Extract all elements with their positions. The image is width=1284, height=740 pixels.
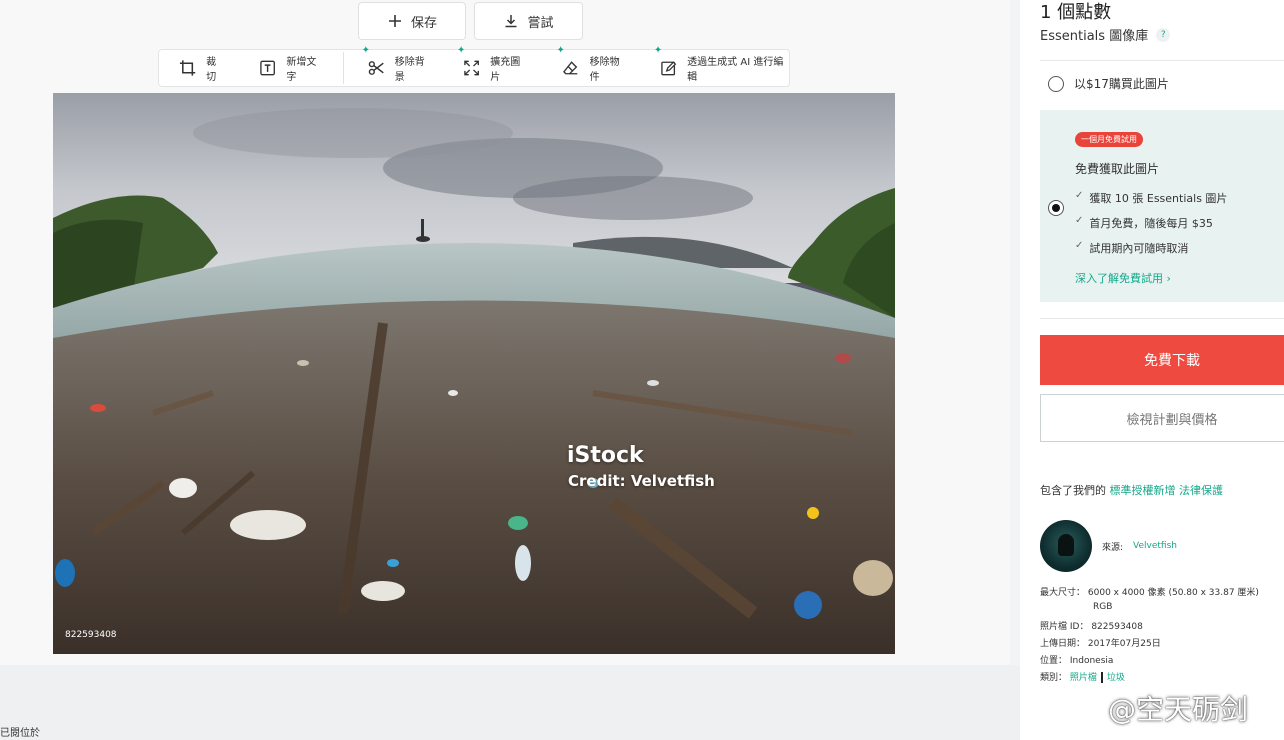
crop-icon <box>179 60 196 76</box>
save-button-label: 保存 <box>410 15 437 31</box>
view-plans-button[interactable]: 檢視計劃與價格 <box>1040 394 1284 442</box>
footer-strip <box>0 665 1020 740</box>
photo-scene <box>53 93 895 654</box>
detail-label: 最大尺寸： <box>1040 588 1086 598</box>
tool-remove-object[interactable]: ✦ 移除物件 <box>556 45 627 83</box>
photo-id-overlay: 822593408 <box>65 630 117 640</box>
trial-feature: ✓ 試用期內可隨時取消 <box>1075 240 1227 265</box>
avatar[interactable] <box>1040 520 1092 572</box>
stock-photo[interactable]: iStock Credit: Velvetfish 822593408 <box>53 93 895 654</box>
tool-generative-edit-label: 透過生成式 AI 進行編輯 <box>687 57 784 83</box>
trial-feature: ✓ 獲取 10 張 Essentials 圖片 <box>1075 190 1227 215</box>
save-button[interactable]: 保存 <box>358 2 466 40</box>
expand-icon <box>464 60 479 76</box>
generative-edit-icon <box>661 61 677 76</box>
includes-prefix: 包含了我們的 <box>1040 484 1106 497</box>
ai-sparkle-icon: ✦ <box>361 45 370 56</box>
buy-option-label: 以$17購買此圖片 <box>1074 77 1169 91</box>
category-separator <box>1100 672 1103 683</box>
category-link[interactable]: 垃圾 <box>1107 673 1125 683</box>
standard-license-link[interactable]: 標準授權新增 <box>1110 484 1176 497</box>
text-icon <box>260 60 276 76</box>
ai-sparkle-icon: ✦ <box>556 45 565 56</box>
detail-max-size: 最大尺寸： 6000 x 4000 像素 (50.80 x 33.87 厘米) <box>1040 585 1259 602</box>
detail-label: 照片檔 ID： <box>1040 622 1089 632</box>
library-name: Essentials 圖像庫 ? <box>1040 25 1171 44</box>
detail-value: 6000 x 4000 像素 (50.80 x 33.87 厘米) <box>1087 588 1259 598</box>
download-icon <box>505 15 517 28</box>
weibo-icon <box>1062 694 1098 724</box>
trial-feature-text: 首月免費，隨後每月 $35 <box>1089 217 1213 230</box>
buy-option[interactable]: 以$17購買此圖片 <box>1048 75 1169 92</box>
trial-learn-more-link[interactable]: 深入了解免費試用 › <box>1075 270 1171 286</box>
license-panel: 1 個點數 Essentials 圖像庫 ? 以$17購買此圖片 一個月免費試用… <box>1020 0 1284 740</box>
watermark-credit: Credit: Velvetfish <box>568 472 715 490</box>
legal-protection-link[interactable]: 法律保護 <box>1179 484 1223 497</box>
free-download-button[interactable]: 免費下載 <box>1040 335 1284 385</box>
license-includes: 包含了我們的 標準授權新增 法律保護 <box>1040 482 1223 498</box>
tool-expand-image-label: 擴充圖片 <box>490 57 521 83</box>
toolbar-divider <box>342 52 344 84</box>
tool-remove-background-label: 移除背景 <box>394 57 425 83</box>
image-details: 最大尺寸： 6000 x 4000 像素 (50.80 x 33.87 厘米) … <box>1040 585 1259 687</box>
check-icon: ✓ <box>1075 240 1084 251</box>
tool-crop-label: 裁切 <box>206 57 217 83</box>
detail-category: 類別： 照片檔 垃圾 <box>1040 670 1259 687</box>
detail-location: 位置： Indonesia <box>1040 653 1259 670</box>
edit-toolbar: 裁切 新增文字 ✦ 移除背景 ✦ 擴充圖片 ✦ 移除物件 ✦ 透過生成式 AI … <box>158 45 790 87</box>
detail-label: 類別： <box>1040 673 1068 683</box>
ai-sparkle-icon: ✦ <box>653 45 663 56</box>
tool-generative-edit[interactable]: ✦ 透過生成式 AI 進行編輯 <box>654 45 789 83</box>
creator-info: 來源: Velvetfish <box>1040 520 1177 572</box>
tool-remove-background[interactable]: ✦ 移除背景 <box>362 45 433 83</box>
ai-sparkle-icon: ✦ <box>457 45 466 56</box>
creator-label: 來源: <box>1102 542 1124 553</box>
help-icon[interactable]: ? <box>1156 27 1171 42</box>
tool-add-text-label: 新增文字 <box>286 57 317 83</box>
detail-label: 位置： <box>1040 656 1068 666</box>
source-watermark: @空天砺剑 <box>1060 688 1248 728</box>
trial-feature: ✓ 首月免費，隨後每月 $35 <box>1075 215 1227 240</box>
plus-icon <box>388 15 401 27</box>
footer-label: 已閱位於 <box>0 728 40 739</box>
trial-title: 免費獲取此圖片 <box>1075 162 1160 176</box>
tool-add-text[interactable]: 新增文字 <box>259 53 324 83</box>
divider <box>1040 60 1284 61</box>
credits-title: 1 個點數 <box>1040 2 1112 23</box>
library-label: Essentials 圖像庫 <box>1040 29 1149 44</box>
tool-remove-object-label: 移除物件 <box>589 57 620 83</box>
detail-color-mode: RGB <box>1093 602 1113 612</box>
eraser-icon <box>563 61 578 75</box>
buy-option-radio[interactable] <box>1048 75 1064 92</box>
detail-label: 上傳日期： <box>1040 639 1086 649</box>
check-icon: ✓ <box>1075 215 1084 226</box>
try-button[interactable]: 嘗試 <box>474 2 583 40</box>
tool-expand-image[interactable]: ✦ 擴充圖片 <box>457 45 528 83</box>
trial-option-radio[interactable] <box>1048 200 1064 216</box>
try-button-label: 嘗試 <box>527 15 554 31</box>
category-link[interactable]: 照片檔 <box>1070 673 1097 683</box>
detail-value: 822593408 <box>1091 622 1143 632</box>
trial-badge: 一個月免費試用 <box>1075 132 1143 147</box>
detail-value: Indonesia <box>1069 656 1114 666</box>
trial-features: ✓ 獲取 10 張 Essentials 圖片 ✓ 首月免費，隨後每月 $35 ✓ 試… <box>1075 190 1227 265</box>
watermark-logo: iStock <box>567 443 644 468</box>
source-watermark-text: @空天砺剑 <box>1108 693 1249 726</box>
detail-upload-date: 上傳日期： 2017年07月25日 <box>1040 636 1259 653</box>
trial-feature-text: 獲取 10 張 Essentials 圖片 <box>1089 192 1228 205</box>
detail-id: 照片檔 ID： 822593408 <box>1040 619 1259 636</box>
tool-crop[interactable]: 裁切 <box>179 53 225 83</box>
trial-option[interactable]: 一個月免費試用 免費獲取此圖片 ✓ 獲取 10 張 Essentials 圖片 ✓… <box>1040 110 1284 302</box>
detail-value: 2017年07月25日 <box>1087 639 1161 649</box>
divider <box>1040 318 1284 319</box>
check-icon: ✓ <box>1075 190 1084 201</box>
trial-feature-text: 試用期內可隨時取消 <box>1089 242 1189 255</box>
scissors-icon <box>368 61 384 75</box>
creator-name-link[interactable]: Velvetfish <box>1133 541 1177 551</box>
